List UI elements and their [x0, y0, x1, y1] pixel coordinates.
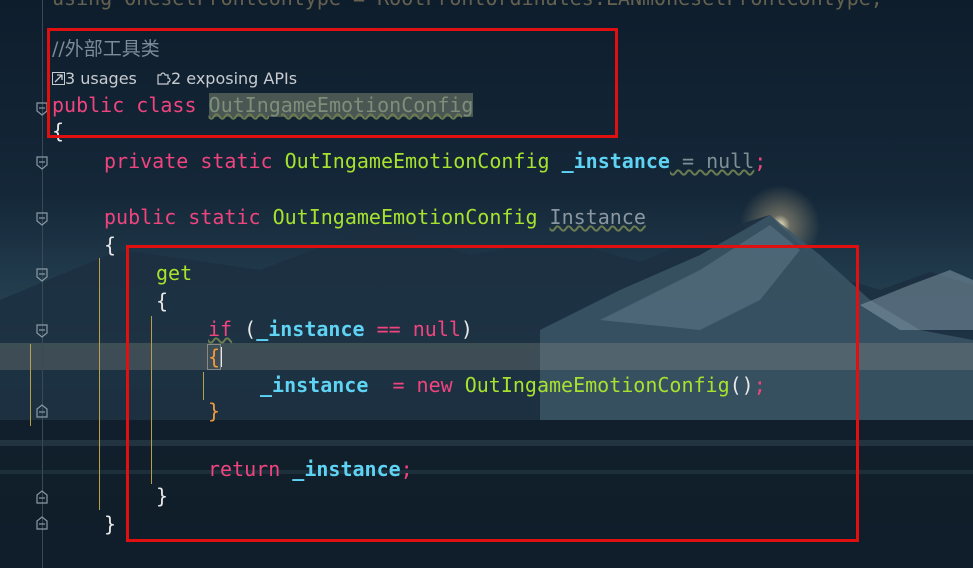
initializer: = null — [669, 149, 755, 173]
type-name: OutIngameEmotionConfig — [284, 149, 562, 173]
code-line[interactable]: } — [104, 511, 116, 537]
brace: { — [104, 233, 117, 257]
code-line-partial: using OnesetFrontContype = RootFrontOrdi… — [52, 0, 883, 11]
fold-end-icon[interactable] — [35, 404, 49, 418]
annotation-box-class — [47, 28, 618, 138]
code-line[interactable]: private static OutIngameEmotionConfig _i… — [104, 148, 766, 174]
code-editor[interactable]: using OnesetFrontContype = RootFrontOrdi… — [0, 0, 973, 568]
annotation-box-getter — [126, 245, 859, 542]
indent-guide — [99, 258, 100, 510]
field-name[interactable]: _instance — [562, 149, 670, 173]
fold-end-icon[interactable] — [35, 490, 49, 504]
brace: } — [104, 512, 117, 536]
keyword: private static — [104, 149, 285, 173]
code-line[interactable]: public static OutIngameEmotionConfig Ins… — [104, 204, 646, 230]
code-line[interactable]: { — [104, 232, 116, 258]
property-name[interactable]: Instance — [550, 205, 646, 229]
fold-marker-icon[interactable] — [35, 156, 49, 170]
fold-marker-icon[interactable] — [35, 212, 49, 226]
fold-marker-icon[interactable] — [35, 324, 49, 338]
fold-marker-icon[interactable] — [35, 268, 49, 282]
keyword: public static — [104, 205, 273, 229]
type-name: OutIngameEmotionConfig — [272, 205, 550, 229]
semicolon: ; — [754, 149, 767, 173]
gutter-separator — [42, 0, 43, 568]
fold-end-icon[interactable] — [35, 516, 49, 530]
change-marker — [30, 344, 31, 426]
